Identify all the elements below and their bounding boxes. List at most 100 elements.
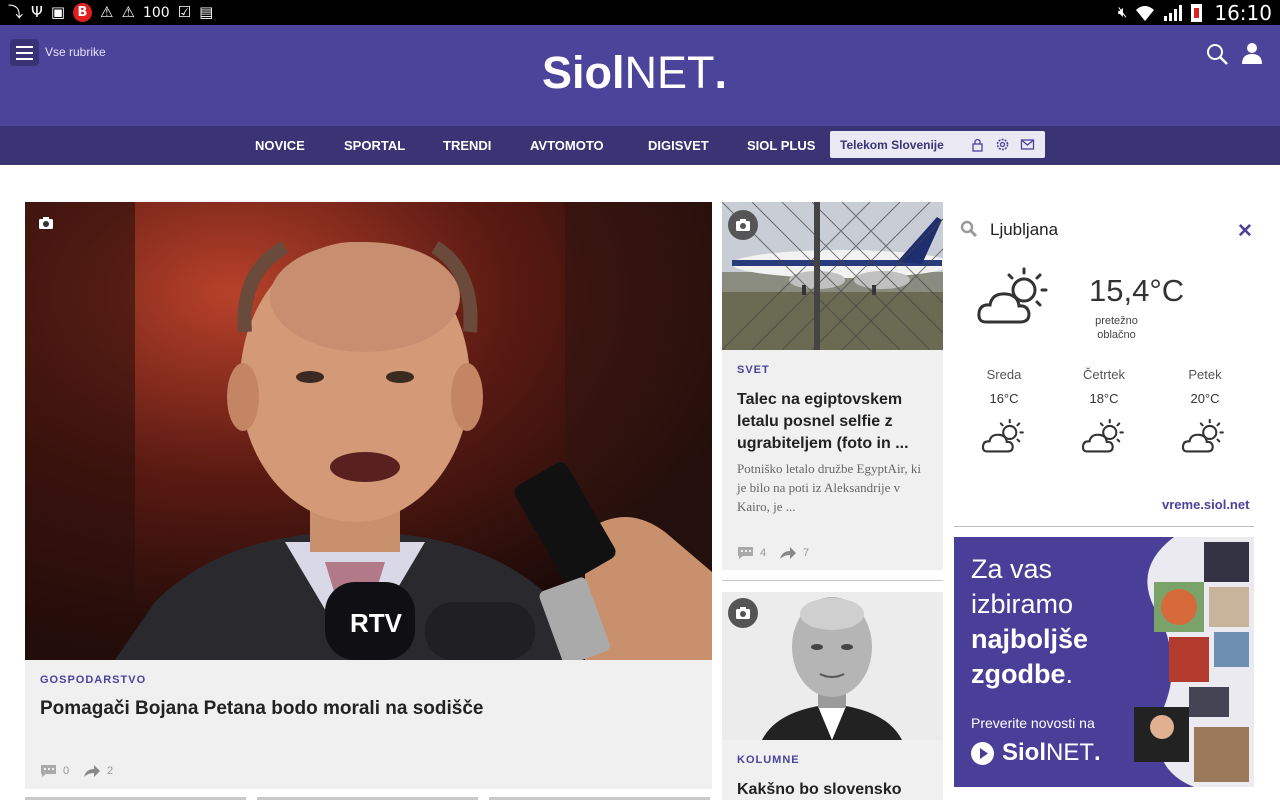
- forecast-day: Sreda: [986, 367, 1022, 382]
- share-count[interactable]: 7: [779, 546, 809, 560]
- promo-siolnet-logo: SiolNET.: [1002, 739, 1101, 767]
- comment-count[interactable]: 4: [737, 546, 766, 560]
- article-category[interactable]: KOLUMNE: [737, 754, 800, 766]
- close-icon[interactable]: ✕: [1237, 220, 1253, 243]
- weather-city-input[interactable]: Ljubljana: [990, 220, 1058, 240]
- usb-icon: Ψ: [31, 3, 43, 21]
- divider: [722, 580, 943, 581]
- search-icon[interactable]: [960, 220, 978, 238]
- partly-cloudy-icon: [1181, 418, 1224, 453]
- warning-icon-2: ⚠: [121, 3, 135, 21]
- mute-icon: 🔇︎: [1117, 3, 1128, 21]
- current-temperature: 15,4°C: [1089, 273, 1185, 308]
- promo-line-bold: zgodbe: [971, 659, 1066, 689]
- play-icon: [971, 742, 994, 765]
- camera-icon: [728, 210, 758, 240]
- warning-icon: ⚠: [100, 3, 114, 21]
- camera-icon: [728, 598, 758, 628]
- clock: 16:10: [1214, 0, 1272, 25]
- comment-count-value: 0: [63, 765, 70, 777]
- search-icon[interactable]: [1205, 42, 1229, 66]
- promo-collage-image: [1134, 537, 1254, 787]
- notification-count: 100: [142, 4, 170, 21]
- promo-prompt: Preverite novosti na: [971, 715, 1095, 731]
- weather-description: pretežno oblačno: [1095, 315, 1138, 341]
- promo-line: najboljše: [971, 622, 1088, 657]
- side-article-card-kolumne[interactable]: KOLUMNE Kakšno bo slovensko: [722, 592, 943, 800]
- article-category[interactable]: SVET: [737, 364, 770, 376]
- promo-banner[interactable]: Za vas izbiramo najboljše zgodbe. Prever…: [954, 537, 1254, 787]
- forecast-temp: 16°C: [989, 391, 1019, 406]
- main-navigation: NOVICE SPORTAL TRENDI AVTOMOTO DIGISVET …: [0, 126, 1280, 165]
- divider: [954, 526, 1254, 527]
- article-excerpt: Potniško letalo družbe EgyptAir, ki je b…: [737, 461, 921, 514]
- comment-count[interactable]: 0: [40, 764, 69, 778]
- promo-logo-bold: Siol: [1002, 739, 1047, 766]
- android-status-bar: ⤵ Ψ ▣ B ⚠ ⚠ 100 ☑ ▤ 🔇︎ 16:10: [0, 0, 1280, 25]
- promo-dot: .: [1065, 659, 1074, 689]
- forecast-day: Četrtek: [1083, 367, 1125, 382]
- nav-item-novice[interactable]: NOVICE: [255, 126, 305, 165]
- mail-icon[interactable]: [1020, 137, 1035, 152]
- promo-headline: Za vas izbiramo najboljše zgodbe.: [971, 552, 1088, 692]
- article-category[interactable]: GOSPODARSTVO: [40, 674, 146, 686]
- partly-cloudy-icon: [977, 267, 1048, 324]
- logo-dot: .: [714, 47, 728, 98]
- comment-icon: [738, 547, 753, 559]
- missed-call-icon: ⤵: [8, 3, 24, 21]
- promo-line: izbiramo: [971, 589, 1074, 619]
- promo-logo-dot: .: [1094, 739, 1101, 766]
- share-count-value: 7: [803, 547, 810, 559]
- telekom-label[interactable]: Telekom Slovenije: [840, 138, 944, 152]
- weather-link[interactable]: vreme.siol.net: [1162, 497, 1249, 512]
- forecast-temp: 18°C: [1089, 391, 1119, 406]
- menu-label[interactable]: Vse rubrike: [45, 45, 106, 59]
- siolnet-logo[interactable]: SiolNET.: [542, 47, 727, 99]
- promo-logo-light: NET: [1046, 739, 1095, 766]
- side-article-card[interactable]: SVET Talec na egiptovskem letalu posnel …: [722, 202, 943, 570]
- promo-line: Za vas: [971, 554, 1053, 584]
- signal-icon: [1164, 4, 1183, 21]
- promo-line-bold: najboljše: [971, 624, 1089, 654]
- side-article-image[interactable]: [722, 592, 943, 740]
- forecast-day: Petek: [1188, 367, 1222, 382]
- wifi-icon: [1136, 5, 1155, 21]
- nav-item-sportal[interactable]: SPORTAL: [344, 126, 405, 165]
- nav-item-trendi[interactable]: TRENDI: [443, 126, 491, 165]
- camera-icon: [39, 217, 53, 229]
- article-title[interactable]: Kakšno bo slovensko: [737, 779, 937, 801]
- share-count-value: 2: [107, 765, 114, 777]
- promo-line: zgodbe.: [971, 657, 1088, 692]
- comment-count-value: 4: [760, 547, 767, 559]
- logo-light-text: NET: [624, 47, 715, 98]
- telekom-slovenije-box[interactable]: Telekom Slovenije: [830, 131, 1045, 158]
- partly-cloudy-icon: [981, 418, 1024, 453]
- share-arrow-icon: [84, 765, 100, 777]
- clipboard-check-icon: ☑: [177, 3, 192, 21]
- screenshot-icon: ▣: [50, 3, 66, 21]
- weather-widget: Ljubljana ✕ 15,4°C pretežno oblačno Sred…: [954, 202, 1254, 524]
- nav-item-siol-plus[interactable]: SIOL PLUS: [747, 126, 815, 165]
- article-title[interactable]: Talec na egiptovskem letalu posnel selfi…: [737, 389, 937, 455]
- photo-icon: ▤: [199, 3, 214, 21]
- nav-item-avtomoto[interactable]: AVTOMOTO: [530, 126, 604, 165]
- main-article-image[interactable]: RTV: [25, 202, 712, 660]
- b-notification-icon: B: [73, 3, 93, 22]
- main-article-card[interactable]: RTV GOSPODARSTVO Pomagači Bojana Petana …: [25, 202, 712, 789]
- nav-item-digisvet[interactable]: DIGISVET: [648, 126, 709, 165]
- partly-cloudy-icon: [1081, 418, 1124, 453]
- user-icon[interactable]: [1240, 41, 1264, 65]
- article-title[interactable]: Pomagači Bojana Petana bodo morali na so…: [40, 698, 690, 720]
- forecast-temp: 20°C: [1190, 391, 1220, 406]
- share-count[interactable]: 2: [83, 764, 113, 778]
- side-article-image[interactable]: [722, 202, 943, 350]
- comment-icon: [41, 765, 56, 777]
- gear-icon[interactable]: [995, 137, 1010, 152]
- battery-icon: [1191, 3, 1203, 22]
- logo-bold-text: Siol: [542, 47, 625, 98]
- lock-icon[interactable]: [970, 137, 985, 152]
- hamburger-menu-button[interactable]: [10, 39, 39, 66]
- share-arrow-icon: [780, 547, 796, 559]
- site-header: Vse rubrike SiolNET.: [0, 25, 1280, 126]
- svg-text:RTV: RTV: [350, 608, 403, 638]
